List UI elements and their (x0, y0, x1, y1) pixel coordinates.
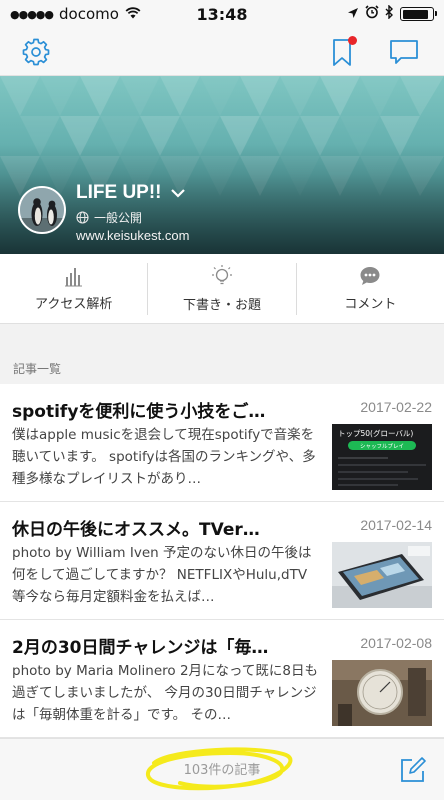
blog-title: LIFE UP!! (76, 182, 162, 203)
article-date: 2017-02-08 (360, 635, 432, 651)
bar-chart-icon (64, 268, 82, 287)
tablet-on-desk-photo (332, 542, 432, 608)
bluetooth-icon (385, 4, 394, 23)
article-title: 2月の30日間チャレンジは「毎… (12, 638, 269, 658)
lightbulb-icon (211, 265, 232, 285)
article-item[interactable]: 休日の午後にオススメ。TVer… 2017-02-14 photo by Wil… (0, 502, 444, 620)
status-bar: ●●●●● docomo 13:48 (0, 0, 444, 28)
settings-button[interactable] (18, 34, 54, 70)
battery-level (402, 9, 429, 19)
chat-bubble-icon (390, 40, 418, 64)
article-title: spotifyを便利に使う小技をご… (12, 402, 266, 422)
notification-dot (348, 36, 357, 45)
status-left: ●●●●● docomo (10, 5, 141, 23)
article-date: 2017-02-22 (360, 399, 432, 415)
signal-strength-icon: ●●●●● (10, 7, 54, 21)
status-right (347, 4, 437, 23)
compose-icon (401, 757, 426, 782)
access-analytics-label: アクセス解析 (34, 297, 113, 312)
wifi-icon (125, 5, 141, 23)
bookmark-button[interactable] (325, 34, 361, 70)
access-analytics-button[interactable]: アクセス解析 (0, 254, 147, 323)
thumb-shuffle-label: シャッフルプレイ (360, 443, 404, 450)
blog-actions: アクセス解析 下書き・お題 コメント (0, 254, 444, 324)
thumb-playlist-title: トップ50(グローバル) (338, 428, 413, 438)
article-item[interactable]: spotifyを便利に使う小技をご… 2017-02-22 僕はapple mu… (0, 384, 444, 502)
battery-icon (400, 7, 437, 21)
drafts-topics-label: 下書き・お題 (182, 298, 261, 313)
article-count: 103件の記事 (183, 763, 261, 778)
article-list-heading: 記事一覧 (0, 340, 444, 384)
article-excerpt: photo by Maria Molinero 2月になって既に8日も過ぎてしま… (12, 663, 318, 723)
spotify-playlist-screenshot: トップ50(グローバル) シャッフルプレイ (332, 424, 432, 490)
compose-button[interactable] (396, 753, 430, 787)
comments-label: コメント (344, 297, 397, 312)
blog-header: LIFE UP!! 一般公開 www.keisukest.com (0, 76, 444, 254)
comments-button[interactable]: コメント (297, 254, 444, 323)
article-thumbnail (332, 542, 432, 608)
blog-switcher[interactable]: LIFE UP!! (76, 182, 186, 204)
gear-icon (22, 38, 50, 66)
article-item[interactable]: 2月の30日間チャレンジは「毎… 2017-02-08 photo by Mar… (0, 620, 444, 738)
header-shade (0, 144, 444, 254)
location-arrow-icon (347, 5, 359, 23)
article-thumbnail: トップ50(グローバル) シャッフルプレイ (332, 424, 432, 490)
drafts-topics-button[interactable]: 下書き・お題 (148, 254, 295, 323)
carrier-name: docomo (59, 5, 119, 23)
globe-icon (76, 211, 89, 224)
comment-icon (360, 267, 380, 285)
alarm-clock-icon (365, 5, 379, 23)
visibility-status: 一般公開 (76, 209, 142, 226)
article-excerpt: photo by William Iven 予定のない休日の午後は何をして過ごし… (12, 545, 312, 605)
article-thumbnail (332, 660, 432, 726)
top-nav-bar (0, 28, 444, 76)
blog-avatar[interactable] (18, 186, 66, 234)
article-date: 2017-02-14 (360, 517, 432, 533)
section-gap (0, 324, 444, 340)
blog-url[interactable]: www.keisukest.com (76, 228, 189, 243)
bottom-bar: 103件の記事 (0, 738, 444, 800)
weight-scale-photo (332, 660, 432, 726)
article-title: 休日の午後にオススメ。TVer… (12, 520, 260, 540)
messages-button[interactable] (386, 34, 422, 70)
visibility-label: 一般公開 (94, 211, 143, 225)
chevron-down-icon (170, 189, 185, 198)
article-excerpt: 僕はapple musicを退会して現在spotifyで音楽を聴いています。 s… (12, 427, 316, 487)
